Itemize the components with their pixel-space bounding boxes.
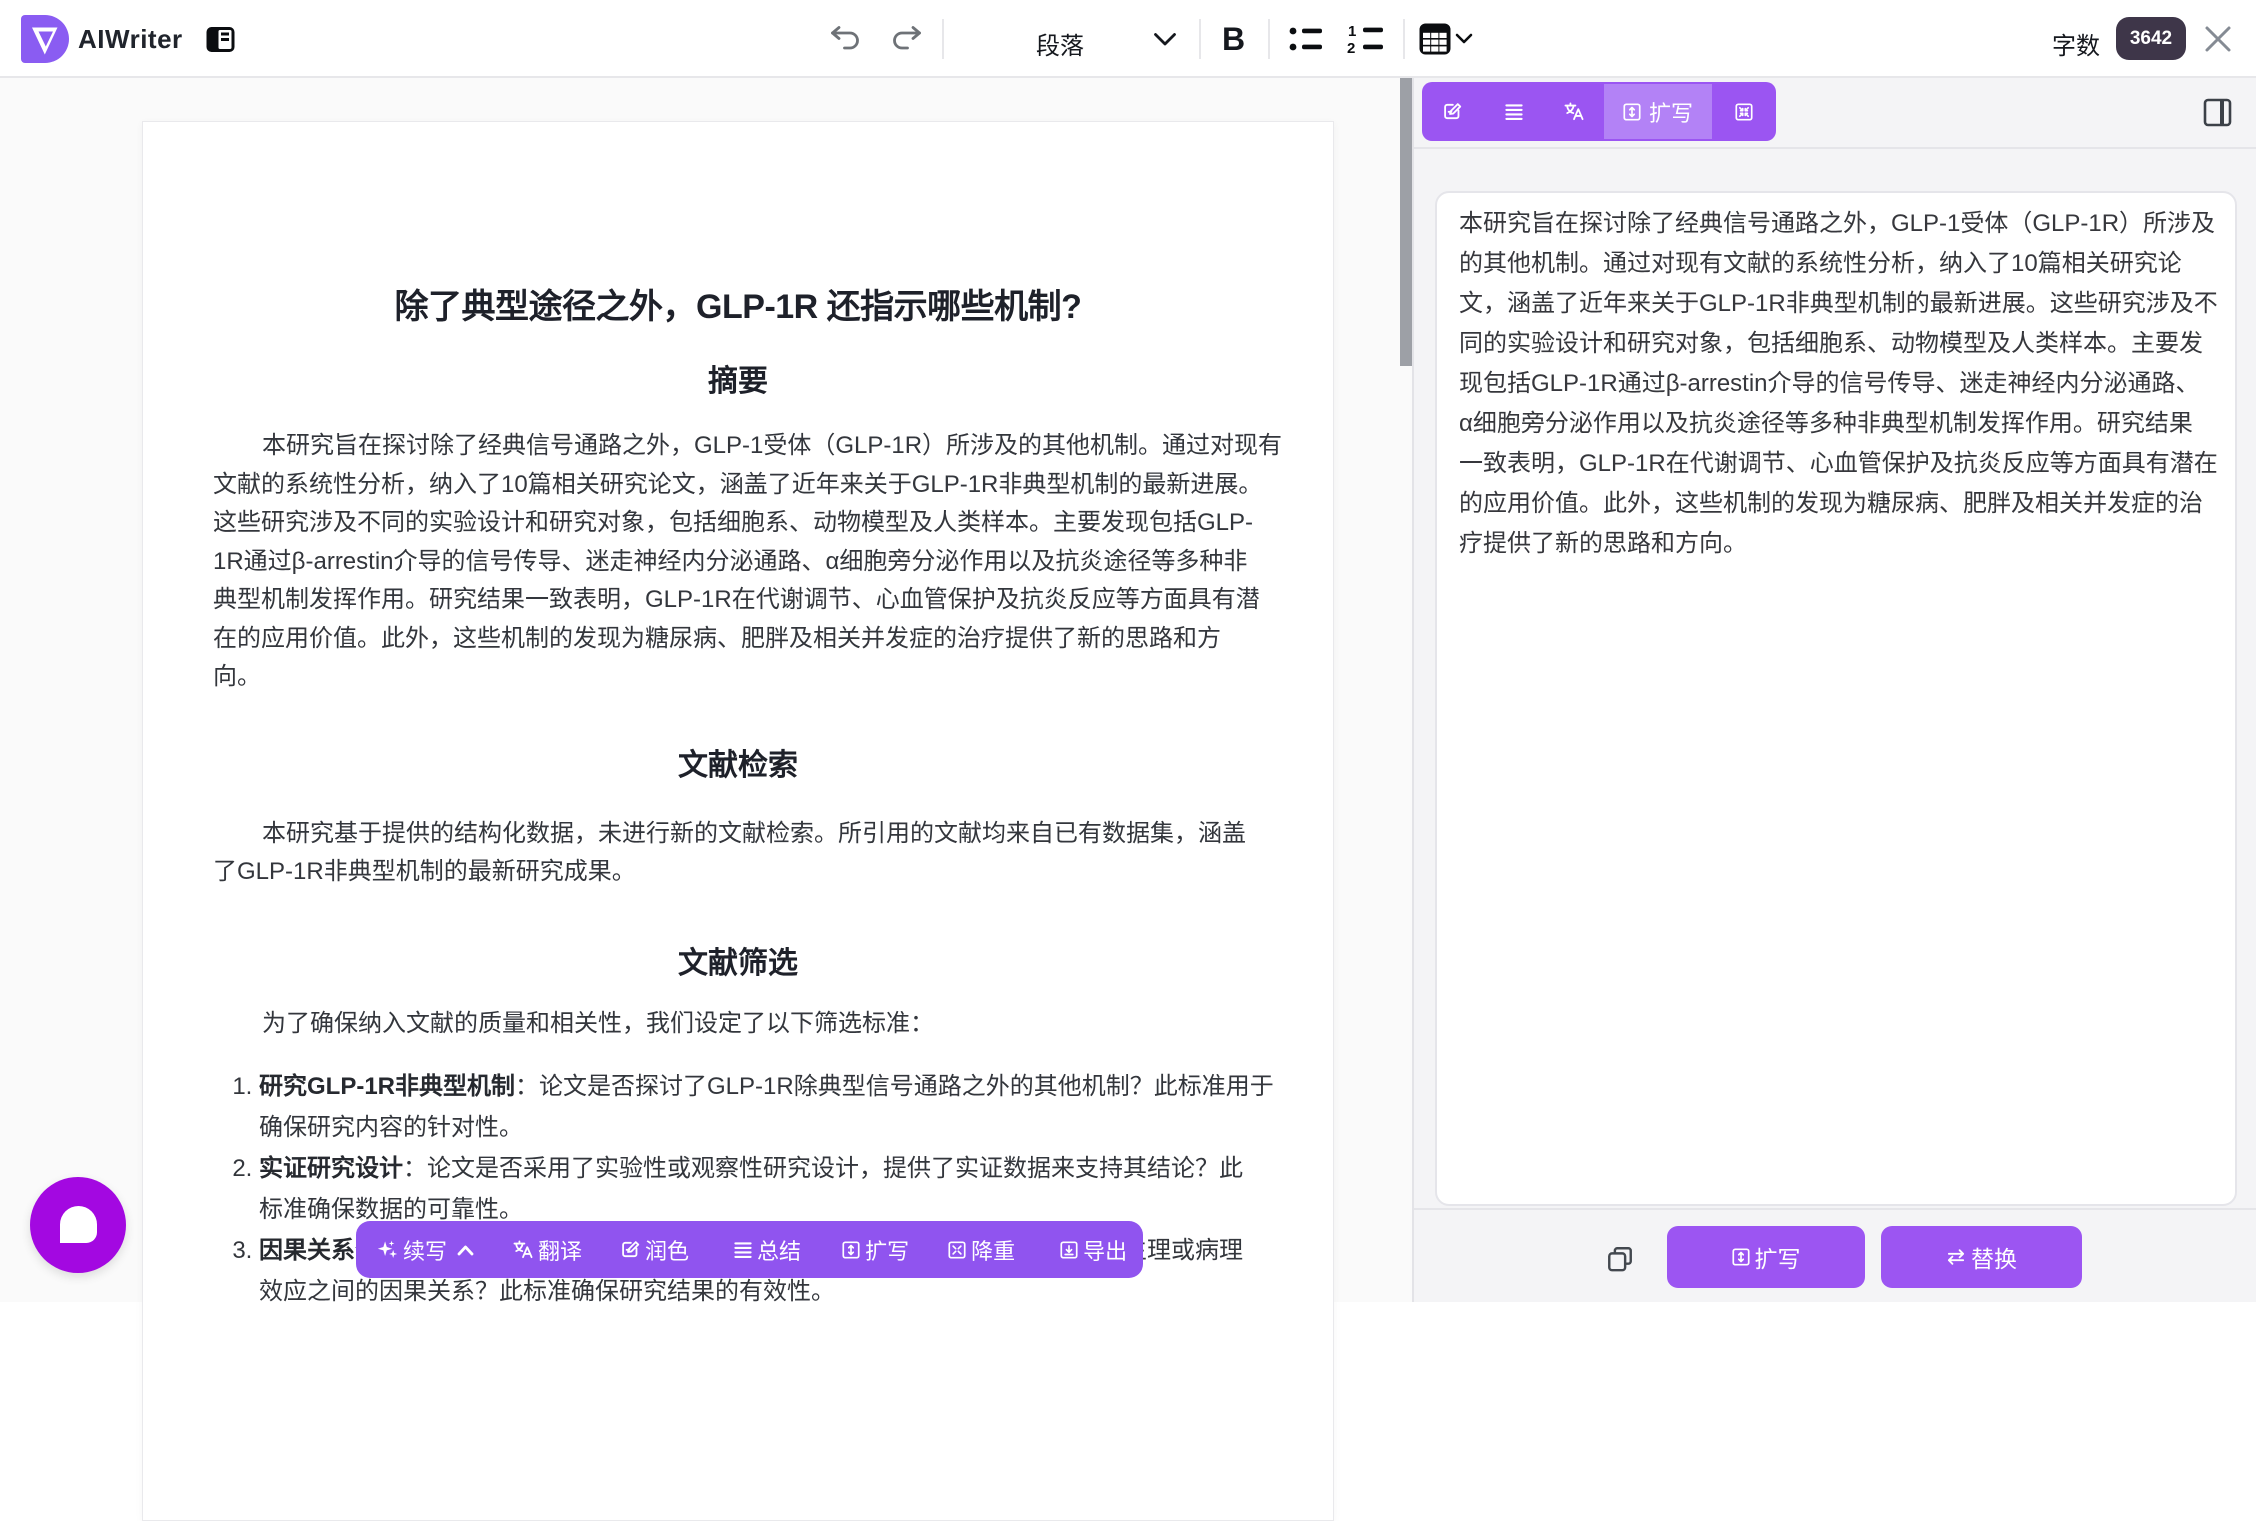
svg-text:1: 1 <box>1348 23 1356 40</box>
svg-text:2: 2 <box>1347 40 1355 55</box>
